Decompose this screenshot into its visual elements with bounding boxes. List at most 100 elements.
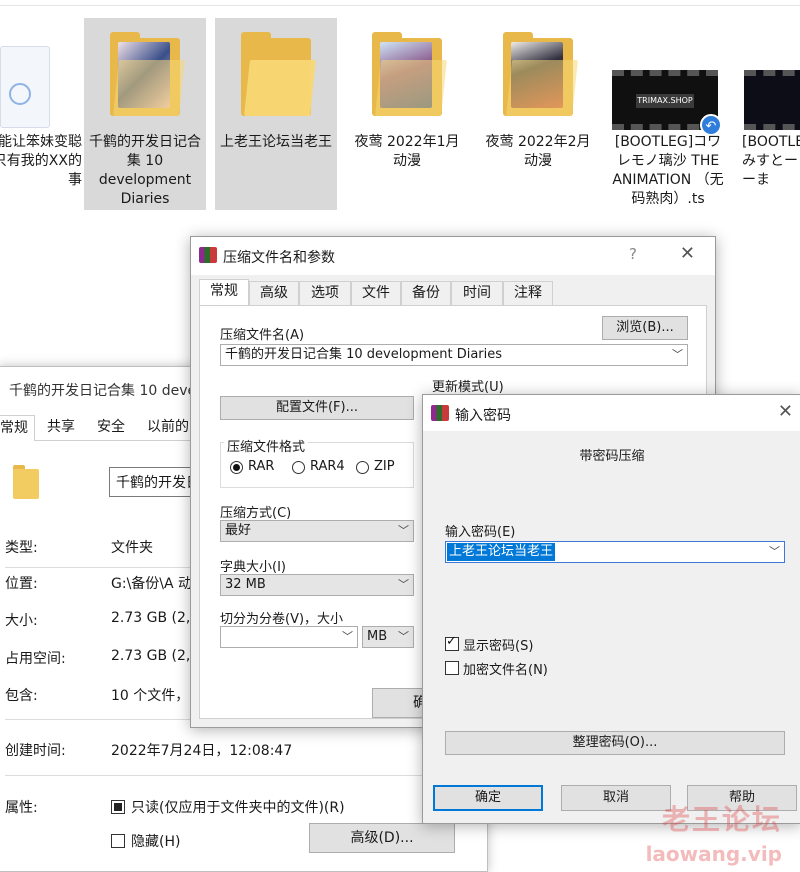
video-file-item[interactable]: TRIMAX.SHOP ↶ [BOOTLEG]コワレモノ璃沙 THE ANIMA… xyxy=(606,18,730,210)
folder-item-selected[interactable]: 上老王论坛当老王 xyxy=(215,18,337,210)
watermark-title: 老王论坛 xyxy=(661,803,782,836)
enter-password-label: 输入密码(E) xyxy=(445,525,516,540)
contains-value: 10 个文件，( xyxy=(111,688,195,704)
size-label: 大小: xyxy=(5,613,38,629)
encrypt-names-checkbox[interactable] xyxy=(445,661,459,675)
ok-button[interactable]: 确定 xyxy=(433,785,543,811)
folder-label: 夜莺 2022年2月动漫 xyxy=(485,134,591,169)
contains-label: 包含: xyxy=(5,688,38,704)
tab-general[interactable]: 常规 xyxy=(0,415,35,441)
password-dialog: 输入密码 ✕ 带密码压缩 输入密码(E) 上老王论坛当老王 ﹀ 显示密码(S) … xyxy=(422,394,800,824)
split-unit-value: MB xyxy=(367,629,388,644)
hidden-label: 隐藏(H) xyxy=(131,834,181,850)
format-rar-radio[interactable] xyxy=(230,461,243,474)
folder-item-selected[interactable]: 千鹤的开发日记合集 10 development Diaries xyxy=(84,18,206,210)
split-unit-select[interactable]: MB ﹀ xyxy=(362,626,414,648)
hidden-checkbox[interactable] xyxy=(111,834,125,848)
video-thumbnail: TRIMAX.SHOP ↶ xyxy=(612,70,722,136)
tab-security[interactable]: 安全 xyxy=(91,415,131,441)
password-input[interactable]: 上老王论坛当老王 ﹀ xyxy=(445,541,785,563)
folder-icon xyxy=(372,32,447,116)
divider xyxy=(5,775,425,776)
chevron-down-icon[interactable]: ﹀ xyxy=(769,543,780,559)
dictionary-size-label: 字典大小(I) xyxy=(220,560,286,575)
compression-method-select[interactable]: 最好 ﹀ xyxy=(220,520,414,542)
format-zip-label: ZIP xyxy=(374,459,395,474)
help-icon[interactable]: ? xyxy=(629,245,637,263)
created-value: 2022年7月24日，12:08:47 xyxy=(111,743,293,759)
tab-comment[interactable]: 注释 xyxy=(503,281,553,305)
folder-label: 千鹤的开发日记合集 10 development Diaries xyxy=(89,134,201,207)
size-on-disk-value: 2.73 GB (2,9 xyxy=(111,648,200,664)
type-label: 类型: xyxy=(5,540,38,556)
folder-label: 夜莺 2022年1月动漫 xyxy=(354,134,460,169)
encrypt-names-label: 加密文件名(N) xyxy=(463,663,548,678)
split-volumes-label: 切分为分卷(V)，大小 xyxy=(220,612,344,627)
title-bar: 压缩文件名和参数 ? ✕ xyxy=(191,237,715,275)
compression-method-value: 最好 xyxy=(225,523,252,538)
close-icon[interactable]: ✕ xyxy=(680,243,695,264)
explorer-top-border xyxy=(0,0,800,6)
winrar-icon xyxy=(431,405,449,421)
tab-backup[interactable]: 备份 xyxy=(401,281,451,305)
file-label: [BOOTLEG]ゅばみすとーりー ひゅーま xyxy=(742,134,800,188)
thumbnail-brand-text: TRIMAX.SHOP xyxy=(636,94,694,108)
watermark-url: laowang.vip xyxy=(645,842,782,866)
tab-files[interactable]: 文件 xyxy=(351,281,401,305)
chevron-down-icon[interactable]: ﹀ xyxy=(342,627,353,647)
tab-general[interactable]: 常规 xyxy=(199,279,249,305)
size-on-disk-label: 占用空间: xyxy=(5,651,66,667)
folder-item[interactable]: 夜莺 2022年1月动漫 xyxy=(346,18,468,210)
window-title: 千鹤的开发日记合集 10 deve xyxy=(9,383,197,399)
format-rar4-label: RAR4 xyxy=(310,459,345,474)
file-label: 唯一能让笨妹变聪明的只有我的XX的事 xyxy=(0,134,82,188)
tab-previous-versions[interactable]: 以前的 xyxy=(141,415,195,441)
file-label: [BOOTLEG]コワレモノ璃沙 THE ANIMATION （无码熟肉）.ts xyxy=(612,134,724,207)
chevron-down-icon[interactable]: ﹀ xyxy=(398,521,409,541)
folder-icon xyxy=(110,32,185,116)
dictionary-size-value: 32 MB xyxy=(225,577,266,592)
folder-label: 上老王论坛当老王 xyxy=(220,134,332,150)
file-item[interactable]: 唯一能让笨妹变聪明的只有我的XX的事 xyxy=(0,18,82,210)
attributes-label: 属性: xyxy=(5,800,38,816)
archive-format-label: 压缩文件格式 xyxy=(224,436,309,455)
close-icon[interactable]: ✕ xyxy=(778,401,793,422)
archive-name-value: 千鹤的开发日记合集 10 development Diaries xyxy=(225,347,503,362)
advanced-button[interactable]: 高级(D)... xyxy=(309,823,455,853)
dictionary-size-select[interactable]: 32 MB ﹀ xyxy=(220,574,414,596)
format-zip-radio[interactable] xyxy=(356,461,369,474)
organize-passwords-button[interactable]: 整理密码(O)... xyxy=(445,731,785,755)
archive-name-label: 压缩文件名(A) xyxy=(220,328,305,343)
chevron-down-icon[interactable]: ﹀ xyxy=(672,345,683,365)
document-thumbnail xyxy=(0,46,50,128)
format-rar-label: RAR xyxy=(248,459,275,474)
profiles-button[interactable]: 配置文件(F)... xyxy=(220,396,414,420)
location-label: 位置: xyxy=(5,576,38,592)
chevron-down-icon[interactable]: ﹀ xyxy=(398,575,409,595)
chevron-down-icon[interactable]: ﹀ xyxy=(398,627,409,647)
folder-icon xyxy=(13,465,39,499)
type-value: 文件夹 xyxy=(111,540,153,556)
folder-item[interactable]: 夜莺 2022年2月动漫 xyxy=(477,18,599,210)
readonly-checkbox[interactable] xyxy=(111,800,125,814)
folder-icon xyxy=(241,32,316,116)
app-icon xyxy=(9,83,31,105)
tab-advanced[interactable]: 高级 xyxy=(249,281,299,305)
video-file-item[interactable]: [BOOTLEG]ゅばみすとーりー ひゅーま xyxy=(738,18,800,210)
tab-options[interactable]: 选项 xyxy=(299,281,351,305)
split-volumes-input[interactable]: ﹀ xyxy=(220,626,358,648)
readonly-label: 只读(仅应用于文件夹中的文件)(R) xyxy=(131,800,345,816)
tab-sharing[interactable]: 共享 xyxy=(41,415,81,441)
format-rar4-radio[interactable] xyxy=(292,461,305,474)
show-password-label: 显示密码(S) xyxy=(463,639,534,654)
window-title: 压缩文件名和参数 xyxy=(223,250,335,266)
update-mode-label: 更新模式(U) xyxy=(432,380,504,395)
archive-name-combo[interactable]: 千鹤的开发日记合集 10 development Diaries ﹀ xyxy=(220,344,688,366)
browse-button[interactable]: 浏览(B)... xyxy=(602,316,688,340)
title-bar: 输入密码 ✕ xyxy=(423,395,800,431)
show-password-checkbox[interactable] xyxy=(445,634,459,651)
tab-time[interactable]: 时间 xyxy=(451,281,503,305)
winrar-icon xyxy=(199,247,217,263)
cancel-button[interactable]: 取消 xyxy=(561,785,671,811)
folder-icon xyxy=(503,32,578,116)
